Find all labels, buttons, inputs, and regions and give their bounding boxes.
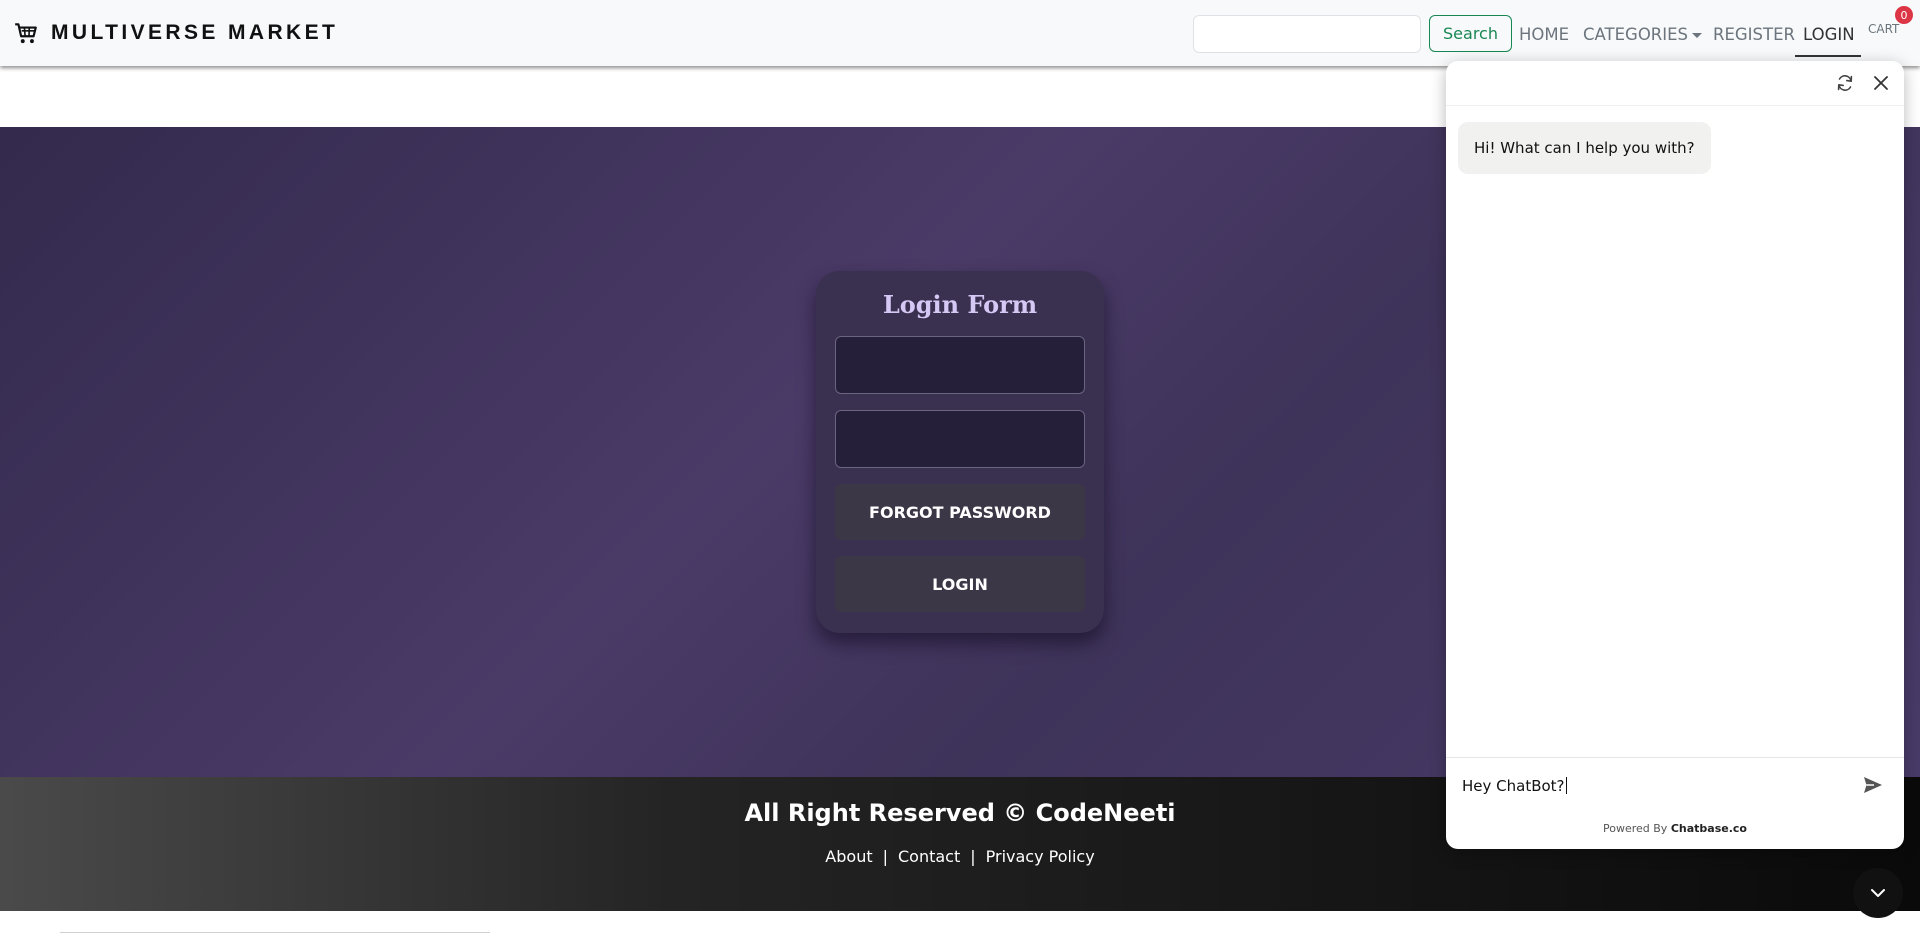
powered-by-brand-link[interactable]: Chatbase.co xyxy=(1671,822,1747,835)
footer-link-about[interactable]: About xyxy=(825,847,872,866)
chatbot-toggle-button[interactable] xyxy=(1853,868,1903,918)
chevron-down-icon xyxy=(1871,889,1885,897)
footer-separator: | xyxy=(970,847,976,866)
navbar: MULTIVERSE MARKET Search HOME CATEGORIES… xyxy=(0,0,1920,66)
search-input[interactable] xyxy=(1193,15,1421,53)
nav-home[interactable]: HOME xyxy=(1519,25,1569,44)
chatbot-input-value: Hey ChatBot? xyxy=(1462,777,1565,795)
login-form-title: Login Form xyxy=(882,290,1038,319)
nav-login[interactable]: LOGIN xyxy=(1803,25,1855,44)
footer-link-contact[interactable]: Contact xyxy=(898,847,960,866)
chatbot-input-area[interactable]: Hey ChatBot? xyxy=(1446,757,1904,815)
refresh-icon[interactable] xyxy=(1835,73,1855,93)
nav-categories-label: CATEGORIES xyxy=(1583,25,1689,44)
close-icon[interactable] xyxy=(1871,73,1891,93)
divider xyxy=(60,932,490,933)
footer-separator: | xyxy=(882,847,888,866)
footer-links: About | Contact | Privacy Policy xyxy=(0,847,1920,866)
nav-register[interactable]: REGISTER xyxy=(1713,25,1795,44)
chatbot-message-input[interactable]: Hey ChatBot? xyxy=(1462,777,1567,795)
footer-link-privacy[interactable]: Privacy Policy xyxy=(986,847,1095,866)
login-button[interactable]: LOGIN xyxy=(835,556,1085,612)
send-icon[interactable] xyxy=(1862,774,1884,796)
search-button[interactable]: Search xyxy=(1429,15,1512,52)
forgot-password-button[interactable]: FORGOT PASSWORD xyxy=(835,484,1085,540)
cart-count-badge: 0 xyxy=(1895,6,1913,24)
caret-down-icon xyxy=(1692,33,1703,38)
brand[interactable]: MULTIVERSE MARKET xyxy=(13,20,338,46)
chatbot-greeting-message: Hi! What can I help you with? xyxy=(1458,122,1711,174)
username-field[interactable] xyxy=(835,336,1085,394)
chatbot-panel: Hi! What can I help you with? Hey ChatBo… xyxy=(1446,61,1904,849)
cart-icon xyxy=(15,23,37,44)
powered-by-prefix: Powered By xyxy=(1603,822,1668,835)
chatbot-powered-by: Powered By Chatbase.co xyxy=(1446,822,1904,835)
active-link-indicator xyxy=(1795,55,1861,57)
text-cursor xyxy=(1565,777,1567,794)
brand-name[interactable]: MULTIVERSE MARKET xyxy=(51,21,338,45)
chatbot-header xyxy=(1446,61,1904,106)
nav-cart[interactable]: CART xyxy=(1868,22,1899,36)
password-field[interactable] xyxy=(835,410,1085,468)
nav-categories-dropdown[interactable]: CATEGORIES xyxy=(1583,25,1703,44)
